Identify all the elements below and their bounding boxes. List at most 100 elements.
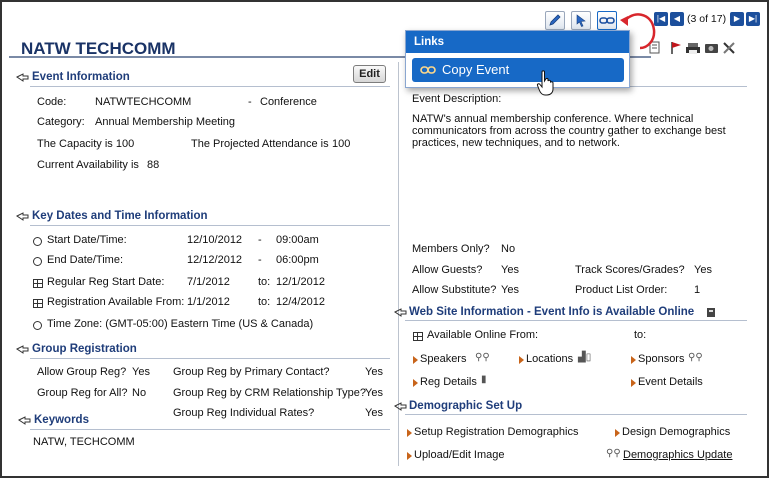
links-popup-header: Links: [406, 31, 629, 53]
flag-icon[interactable]: [671, 42, 681, 54]
collapse-icon[interactable]: [18, 416, 31, 426]
clock-icon: [33, 257, 42, 266]
section-rule: [30, 225, 390, 226]
arrow-bullet-icon: [413, 379, 418, 387]
allow-guests-label: Allow Guests?: [412, 264, 483, 276]
availability-value: 88: [147, 159, 160, 171]
registration-available-label: Registration Available From:: [47, 296, 185, 308]
allow-substitute-label: Allow Substitute?: [412, 284, 497, 296]
group-reg-all-label: Group Reg for All?: [37, 387, 128, 399]
collapse-icon[interactable]: [394, 402, 407, 412]
demographics-update-link[interactable]: Demographics Update: [623, 449, 732, 461]
allow-group-reg-label: Allow Group Reg?: [37, 366, 127, 378]
copy-event-label: Copy Event: [442, 62, 510, 77]
links-button[interactable]: [597, 11, 617, 30]
setup-registration-demographics-link[interactable]: Setup Registration Demographics: [414, 426, 578, 438]
category-value: Annual Membership Meeting: [95, 116, 236, 128]
reg-book-icon: ▮: [481, 374, 487, 385]
edit-pencil-button[interactable]: [545, 11, 565, 30]
arrow-bullet-icon: [407, 429, 412, 437]
regular-reg-label: Regular Reg Start Date:: [47, 276, 165, 288]
end-date: 12/12/2012: [187, 254, 243, 266]
event-description-line-1: NATW's annual membership conference. Whe…: [412, 113, 694, 125]
printer-icon[interactable]: [686, 43, 700, 54]
clock-icon: [33, 321, 42, 330]
track-scores-value: Yes: [694, 264, 712, 276]
code-separator: -: [248, 96, 252, 108]
registration-available-to-label: to:: [258, 296, 271, 308]
group-reg-individual-value: Yes: [365, 407, 383, 419]
start-date: 12/10/2012: [187, 234, 243, 246]
sponsor-people-icon: ⚲⚲: [688, 352, 703, 363]
section-web-site-information: Web Site Information - Event Info is Ava…: [409, 306, 695, 318]
start-datetime-label: Start Date/Time:: [47, 234, 127, 246]
pager-label: (3 of 17): [687, 13, 727, 25]
calendar-icon: [413, 332, 423, 341]
available-online-label: Available Online From:: [427, 329, 539, 341]
event-description-line-3: practices, new techniques, and to networ…: [412, 137, 620, 149]
copy-event-menu-item[interactable]: Copy Event: [412, 58, 624, 82]
section-rule: [30, 429, 390, 430]
section-rule: [405, 320, 747, 321]
collapse-icon[interactable]: [16, 73, 29, 83]
tools-icon[interactable]: [723, 42, 735, 54]
first-page-button[interactable]: |◀: [654, 12, 668, 26]
allow-guests-value: Yes: [501, 264, 519, 276]
availability-label: Current Availability is: [37, 159, 139, 171]
section-rule: [405, 414, 747, 415]
allow-substitute-value: Yes: [501, 284, 519, 296]
locations-link[interactable]: Locations: [526, 353, 573, 365]
speakers-link[interactable]: Speakers: [420, 353, 466, 365]
camera-icon[interactable]: [705, 44, 718, 53]
arrow-bullet-icon: [615, 429, 620, 437]
upload-edit-image-link[interactable]: Upload/Edit Image: [414, 449, 505, 461]
start-separator: -: [258, 234, 262, 246]
toolbar: [401, 9, 633, 31]
section-group-registration: Group Registration: [32, 343, 137, 355]
next-page-button[interactable]: ▶: [730, 12, 744, 26]
group-reg-all-value: No: [132, 387, 147, 399]
members-only-value: No: [501, 243, 516, 255]
projected-attendance-value: 100: [332, 138, 351, 150]
start-time: 09:00am: [276, 234, 319, 246]
section-keywords: Keywords: [34, 414, 89, 426]
header-icons: [649, 41, 735, 54]
capacity-text: The Capacity is 100: [37, 138, 135, 150]
code-type: Conference: [260, 96, 317, 108]
section-event-information: Event Information: [32, 71, 130, 83]
members-only-label: Members Only?: [412, 243, 490, 255]
collapse-icon[interactable]: [16, 212, 29, 222]
last-page-button[interactable]: ▶|: [746, 12, 760, 26]
section-demographic-setup: Demographic Set Up: [409, 400, 523, 412]
sponsors-link[interactable]: Sponsors: [638, 353, 684, 365]
regular-reg-from: 7/1/2012: [187, 276, 230, 288]
event-description-line-2: communicators from across the country ga…: [412, 125, 726, 137]
section-rule: [30, 358, 390, 359]
building-icon: ▟▯: [578, 352, 592, 363]
available-online-to-label: to:: [634, 329, 647, 341]
edit-button[interactable]: Edit: [353, 65, 386, 83]
reg-details-link[interactable]: Reg Details: [420, 376, 477, 388]
calendar-icon: [33, 279, 43, 288]
event-details-link[interactable]: Event Details: [638, 376, 703, 388]
pointer-icon: [576, 14, 586, 27]
collapse-icon[interactable]: [394, 308, 407, 318]
time-zone: Time Zone: (GMT-05:00) Eastern Time (US …: [47, 318, 314, 330]
arrow-bullet-icon: [631, 379, 636, 387]
collapse-icon[interactable]: [16, 345, 29, 355]
previous-page-button[interactable]: ◀: [670, 12, 684, 26]
allow-group-reg-value: Yes: [132, 366, 150, 378]
book-icon[interactable]: [706, 307, 717, 318]
group-reg-primary-value: Yes: [365, 366, 383, 378]
regular-reg-to: 12/1/2012: [276, 276, 325, 288]
design-demographics-link[interactable]: Design Demographics: [622, 426, 730, 438]
category-label: Category:: [37, 116, 85, 128]
product-list-order-value: 1: [694, 284, 701, 296]
group-reg-primary-label: Group Reg by Primary Contact?: [173, 366, 330, 378]
end-separator: -: [258, 254, 262, 266]
link-chain-icon: [599, 17, 615, 24]
registration-available-to: 12/4/2012: [276, 296, 325, 308]
select-pointer-button[interactable]: [571, 11, 591, 30]
arrow-bullet-icon: [407, 452, 412, 460]
code-value: NATWTECHCOMM: [95, 96, 192, 108]
